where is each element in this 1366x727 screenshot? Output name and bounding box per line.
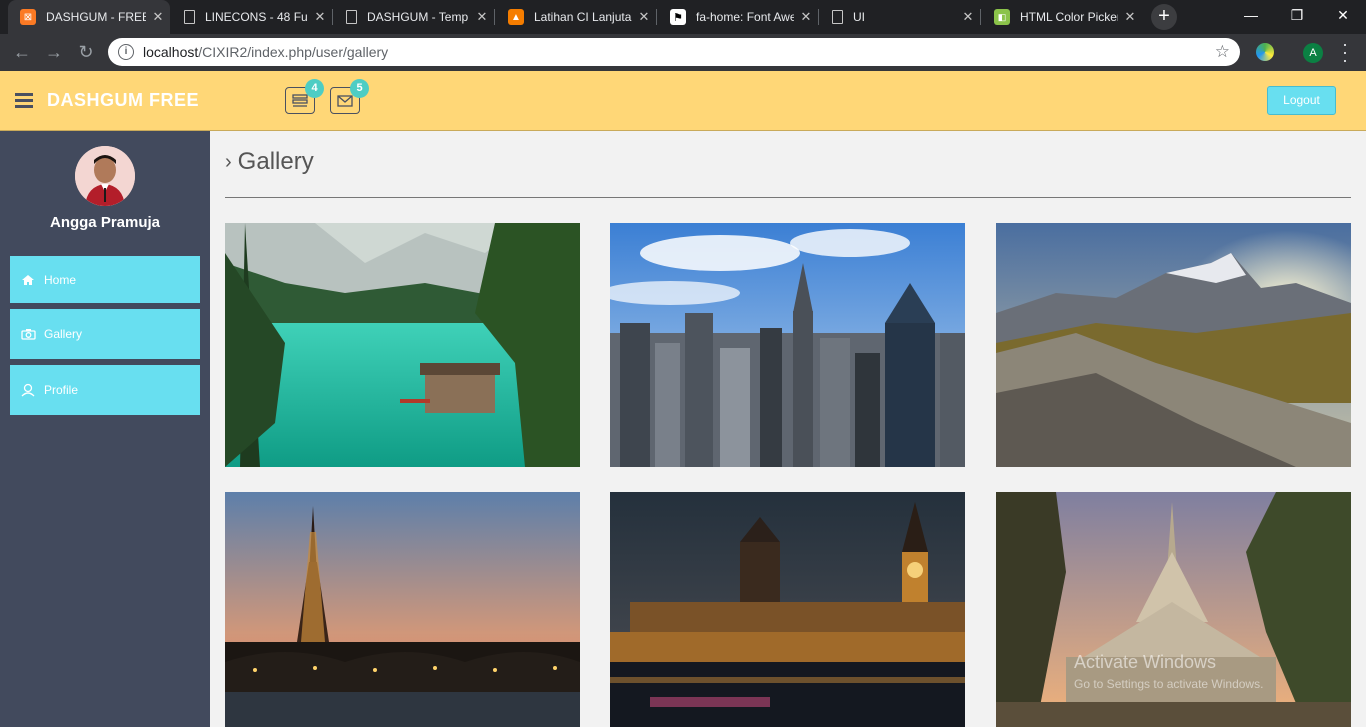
tasks-badge: 4	[305, 79, 324, 98]
tab-separator	[494, 9, 495, 25]
profile-photo	[75, 146, 135, 206]
sidebar-toggle-icon[interactable]	[15, 93, 33, 108]
url-text: localhost/CIXIR2/index.php/user/gallery	[143, 44, 388, 60]
new-tab-button[interactable]: +	[1151, 4, 1177, 30]
activate-windows-watermark: Activate Windows	[1074, 652, 1217, 672]
extension-icon[interactable]	[1256, 43, 1274, 61]
gallery-image-mountain-sunset[interactable]	[996, 223, 1351, 467]
brand-logo[interactable]: DASHGUM FREE	[47, 90, 199, 111]
eiffel-tower-photo	[225, 492, 580, 727]
big-ben-photo	[610, 492, 965, 727]
reload-button[interactable]: ↻	[74, 41, 98, 65]
logout-button[interactable]: Logout	[1267, 86, 1336, 115]
camera-icon	[20, 326, 36, 342]
address-bar[interactable]: i localhost/CIXIR2/index.php/user/galler…	[108, 38, 1240, 66]
xampp-icon: ⊠	[20, 9, 36, 25]
gallery-image-temple[interactable]	[996, 492, 1351, 727]
flag-icon: ⚑	[670, 9, 686, 25]
tab-separator	[980, 9, 981, 25]
forward-button[interactable]: →	[42, 41, 66, 65]
account-avatar[interactable]: A	[1303, 43, 1323, 63]
browser-tab-linecons[interactable]: LINECONS - 48 Fu ✕	[172, 0, 332, 34]
sidebar-item-label: Gallery	[44, 327, 83, 341]
tasks-button[interactable]: 4	[285, 79, 324, 114]
minimize-button[interactable]: —	[1228, 0, 1274, 30]
colorpicker-icon: ◧	[994, 9, 1010, 25]
url-path: /CIXIR2/index.php/user/gallery	[198, 44, 389, 60]
close-tab-icon[interactable]: ✕	[956, 9, 980, 25]
browser-menu-icon[interactable]: · · ·	[1340, 35, 1350, 69]
browser-tab-color-picker[interactable]: ◧ HTML Color Picker ✕	[982, 0, 1142, 34]
browser-tab-fa-home[interactable]: ⚑ fa-home: Font Awe ✕	[658, 0, 818, 34]
home-icon	[20, 272, 36, 288]
user-name: Angga Pramuja	[49, 214, 161, 231]
close-tab-icon[interactable]: ✕	[1118, 9, 1142, 25]
close-tab-icon[interactable]: ✕	[470, 9, 494, 25]
url-host: localhost	[143, 44, 199, 60]
page-icon	[184, 10, 195, 24]
user-icon	[20, 382, 36, 398]
restore-button[interactable]: ❐	[1274, 0, 1320, 30]
temple-photo	[996, 492, 1351, 727]
page-title: › Gallery	[225, 148, 314, 176]
close-tab-icon[interactable]: ✕	[794, 9, 818, 25]
mail-icon	[337, 94, 353, 107]
mountain-sunset-photo	[996, 223, 1351, 467]
page-icon	[832, 10, 843, 24]
gallery-image-city-skyline[interactable]	[610, 223, 965, 467]
close-tab-icon[interactable]: ✕	[308, 9, 332, 25]
page-icon	[346, 10, 357, 24]
tasks-icon	[292, 93, 308, 107]
app-header: DASHGUM FREE 4 5 Logout	[0, 71, 1366, 131]
page-title-text: Gallery	[237, 148, 314, 175]
sidebar-item-gallery[interactable]: Gallery	[10, 309, 200, 359]
close-window-button[interactable]: ✕	[1320, 0, 1366, 30]
sidebar-item-label: Home	[44, 272, 77, 287]
browser-tab-dashgum[interactable]: ⊠ DASHGUM - FREE ✕	[8, 0, 170, 34]
lake-forest-photo	[225, 223, 580, 467]
close-tab-icon[interactable]: ✕	[146, 9, 170, 25]
mail-badge: 5	[350, 79, 369, 98]
back-button[interactable]: ←	[10, 41, 34, 65]
tab-separator	[656, 9, 657, 25]
browser-tab-dashgum-template[interactable]: DASHGUM - Temp ✕	[334, 0, 494, 34]
city-skyline-photo	[610, 223, 965, 467]
browser-tab-strip: ⊠ DASHGUM - FREE ✕ LINECONS - 48 Fu ✕ DA…	[0, 0, 1366, 34]
sidebar-item-profile[interactable]: Profile	[10, 365, 200, 415]
sidebar: Angga Pramuja Home Gallery Profile	[0, 131, 210, 727]
browser-tab-latihan[interactable]: ▲ Latihan CI Lanjutan ✕	[496, 0, 656, 34]
gallery-image-eiffel-tower[interactable]	[225, 492, 580, 727]
bookmark-star-icon[interactable]: ☆	[1215, 42, 1230, 62]
info-icon[interactable]: i	[118, 44, 134, 60]
browser-tab-ui[interactable]: UI ✕	[820, 0, 980, 34]
avatar[interactable]	[75, 146, 135, 206]
tab-separator	[818, 9, 819, 25]
mail-button[interactable]: 5	[330, 79, 369, 114]
tab-separator	[332, 9, 333, 25]
chevron-right-icon: ›	[225, 150, 232, 173]
gallery-image-big-ben[interactable]	[610, 492, 965, 727]
blogger-icon: ▲	[508, 9, 524, 25]
activate-windows-subtext: Go to Settings to activate Windows.	[1074, 677, 1264, 691]
gallery-image-lake-forest[interactable]	[225, 223, 580, 467]
title-divider	[225, 197, 1351, 198]
sidebar-item-label: Profile	[44, 383, 79, 397]
close-tab-icon[interactable]: ✕	[632, 9, 656, 25]
sidebar-item-home[interactable]: Home	[10, 256, 200, 303]
